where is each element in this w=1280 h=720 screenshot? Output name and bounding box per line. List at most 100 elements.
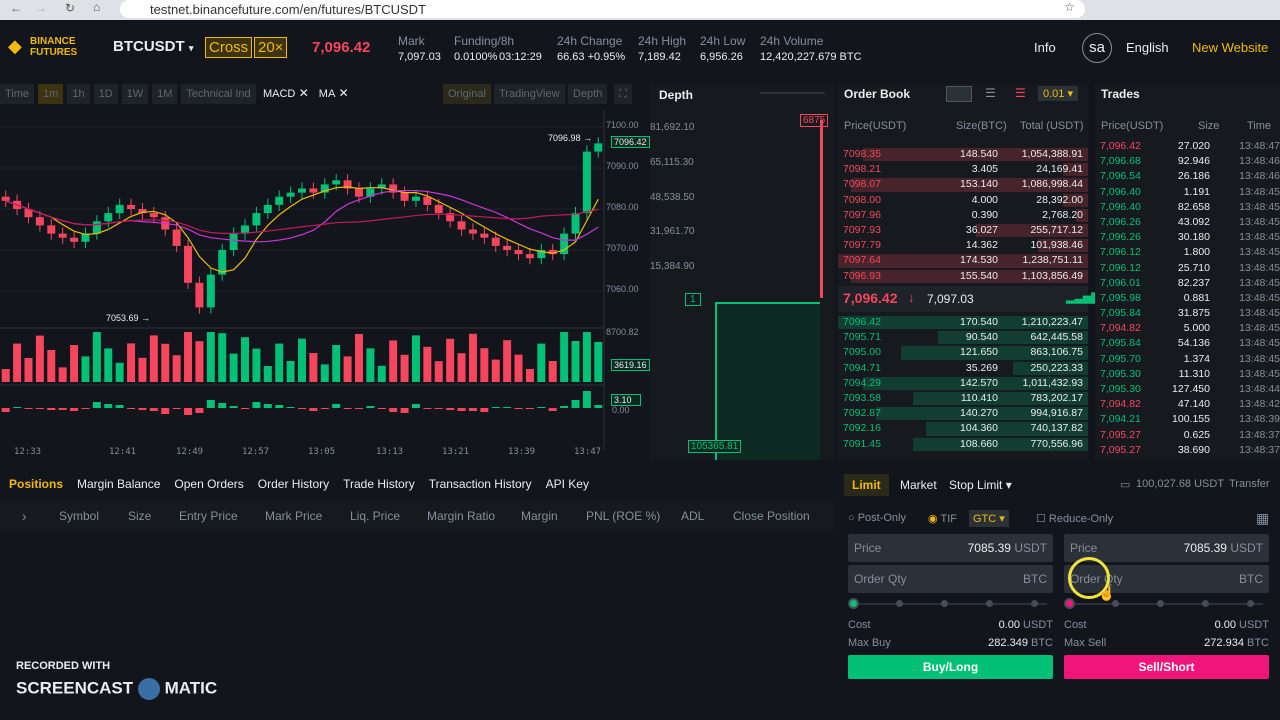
interval-1m[interactable]: 1m	[38, 84, 64, 104]
interval-1h[interactable]: 1h	[67, 84, 90, 104]
slider-step[interactable]	[848, 598, 859, 609]
macd-bar	[206, 400, 215, 408]
view-depth[interactable]: Depth	[568, 84, 608, 104]
indicator-macd[interactable]: MACD	[263, 88, 295, 100]
qty-unit: BTC	[1023, 572, 1047, 586]
logo[interactable]: BINANCE FUTURES	[30, 36, 94, 58]
reduce-only-checkbox[interactable]: ☐ Reduce-Only	[1036, 512, 1113, 525]
total: 250,223.33	[1030, 361, 1083, 374]
tab-time[interactable]: Time	[0, 84, 35, 104]
trade-size: 43.092	[1177, 215, 1210, 228]
tab-api-key[interactable]: API Key	[546, 477, 589, 491]
back-icon[interactable]: ←	[10, 1, 22, 15]
volume-bar	[70, 345, 79, 382]
reload-icon[interactable]: ↻	[65, 1, 75, 15]
interval-1w[interactable]: 1W	[121, 84, 149, 104]
forward-icon[interactable]: →	[35, 1, 47, 15]
post-only-radio[interactable]: ○ Post-Only	[848, 512, 906, 524]
orderbook-row[interactable]: 7098.07 153.140 1,086,998.44	[838, 177, 1088, 192]
view-both-icon[interactable]	[946, 86, 972, 102]
total: 255,717.12	[1030, 223, 1083, 236]
buy-qty-input[interactable]: Order Qty BTC	[848, 565, 1053, 593]
orderbook-row[interactable]: 7097.64 174.530 1,238,751.11	[838, 253, 1088, 268]
url-bar[interactable]: testnet.binancefuture.com/en/futures/BTC…	[120, 0, 1085, 18]
price: 7097.96	[843, 208, 881, 221]
trade-price: 7,096.01	[1100, 276, 1141, 289]
close-icon[interactable]: ✕	[339, 86, 349, 100]
tif-radio[interactable]: ◉ TIF	[928, 512, 957, 525]
slider-step[interactable]	[1157, 600, 1164, 607]
calculator-icon[interactable]: ▦	[1256, 510, 1269, 527]
info-menu[interactable]: Info	[1034, 40, 1056, 55]
orderbook-row[interactable]: 7097.79 14.362 101,938.46	[838, 238, 1088, 253]
buy-price-input[interactable]: Price 7085.39 USDT	[848, 534, 1053, 562]
avatar[interactable]: sa	[1082, 33, 1112, 63]
orderbook-row[interactable]: 7092.87 140.270 994,916.87	[838, 406, 1088, 421]
orderbook-row[interactable]: 7097.96 0.390 2,768.20	[838, 208, 1088, 223]
order-type-limit[interactable]: Limit	[844, 474, 889, 496]
precision-selector[interactable]: 0.01 ▾	[1038, 86, 1078, 101]
low-value: 6,956.26	[700, 51, 743, 63]
orderbook-row[interactable]: 7096.93 155.540 1,103,856.49	[838, 269, 1088, 284]
orderbook-row[interactable]: 7097.93 36.027 255,717.12	[838, 223, 1088, 238]
available-balance: 100,027.68 USDT	[1136, 478, 1225, 490]
sell-short-button[interactable]: Sell/Short	[1064, 655, 1269, 679]
orderbook-row[interactable]: 7098.35 148.540 1,054,388.91	[838, 147, 1088, 162]
buy-qty-slider[interactable]	[848, 593, 1053, 615]
slider-step[interactable]	[1064, 598, 1075, 609]
tab-open-orders[interactable]: Open Orders	[174, 477, 243, 491]
view-asks-icon[interactable]: ☰	[1015, 86, 1026, 100]
order-type-stop-limit[interactable]: Stop Limit ▾	[949, 478, 1012, 492]
orderbook-row[interactable]: 7098.21 3.405 24,169.41	[838, 162, 1088, 177]
volume-bar	[35, 335, 44, 382]
home-icon[interactable]: ⌂	[93, 0, 100, 14]
orderbook-row[interactable]: 7091.45 108.660 770,556.96	[838, 437, 1088, 452]
orderbook-row[interactable]: 7095.71 90.540 642,445.58	[838, 330, 1088, 345]
view-original[interactable]: Original	[443, 84, 491, 104]
orderbook-row[interactable]: 7094.29 142.570 1,011,432.93	[838, 376, 1088, 391]
macd-bar	[548, 408, 557, 411]
price-chart[interactable]	[0, 110, 648, 462]
language-selector[interactable]: English	[1126, 40, 1169, 55]
view-tradingview[interactable]: TradingView	[494, 84, 565, 104]
tab-transaction-history[interactable]: Transaction History	[429, 477, 532, 491]
tab-trade-history[interactable]: Trade History	[343, 477, 415, 491]
view-bids-icon[interactable]: ☰	[985, 86, 996, 100]
slider-step[interactable]	[1031, 600, 1038, 607]
tab-positions[interactable]: Positions	[9, 477, 63, 491]
column-header: Entry Price	[179, 509, 238, 523]
margin-mode-button[interactable]: Cross	[205, 37, 253, 58]
depth-zoom-slider[interactable]	[760, 92, 825, 94]
x-tick: 12:49	[176, 447, 204, 457]
orderbook-row[interactable]: 7094.71 35.269 250,223.33	[838, 361, 1088, 376]
slider-step[interactable]	[941, 600, 948, 607]
orderbook-row[interactable]: 7096.42 170.540 1,210,223.47	[838, 315, 1088, 330]
indicator-ma[interactable]: MA	[319, 88, 336, 100]
orderbook-row[interactable]: 7095.00 121.650 863,106.75	[838, 345, 1088, 360]
fullscreen-icon[interactable]: ⛶	[614, 84, 632, 104]
order-type-market[interactable]: Market	[900, 478, 937, 492]
orderbook-row[interactable]: 7093.58 110.410 783,202.17	[838, 391, 1088, 406]
tab-order-history[interactable]: Order History	[258, 477, 329, 491]
technical-indicators-button[interactable]: Technical Ind	[181, 84, 256, 104]
symbol-selector[interactable]: BTCUSDT ▾	[113, 38, 193, 55]
interval-1M[interactable]: 1M	[152, 84, 178, 104]
slider-step[interactable]	[986, 600, 993, 607]
slider-step[interactable]	[1247, 600, 1254, 607]
buy-long-button[interactable]: Buy/Long	[848, 655, 1053, 679]
orderbook-row[interactable]: 7098.00 4.000 28,392.00	[838, 193, 1088, 208]
slider-step[interactable]	[1202, 600, 1209, 607]
new-website-link[interactable]: New Website	[1192, 40, 1268, 55]
macd-bar	[457, 408, 466, 411]
interval-1d[interactable]: 1D	[93, 84, 118, 104]
transfer-link[interactable]: Transfer	[1229, 478, 1270, 490]
trade-size: 25.710	[1177, 261, 1210, 274]
close-icon[interactable]: ✕	[299, 86, 309, 100]
tif-selector[interactable]: GTC ▾	[969, 510, 1009, 527]
orderbook-row[interactable]: 7092.16 104.360 740,137.82	[838, 421, 1088, 436]
leverage-button[interactable]: 20×	[254, 37, 288, 58]
bookmark-star-icon[interactable]: ☆	[1064, 0, 1075, 14]
tab-margin-balance[interactable]: Margin Balance	[77, 477, 160, 491]
slider-step[interactable]	[896, 600, 903, 607]
macd-bar	[241, 408, 250, 409]
